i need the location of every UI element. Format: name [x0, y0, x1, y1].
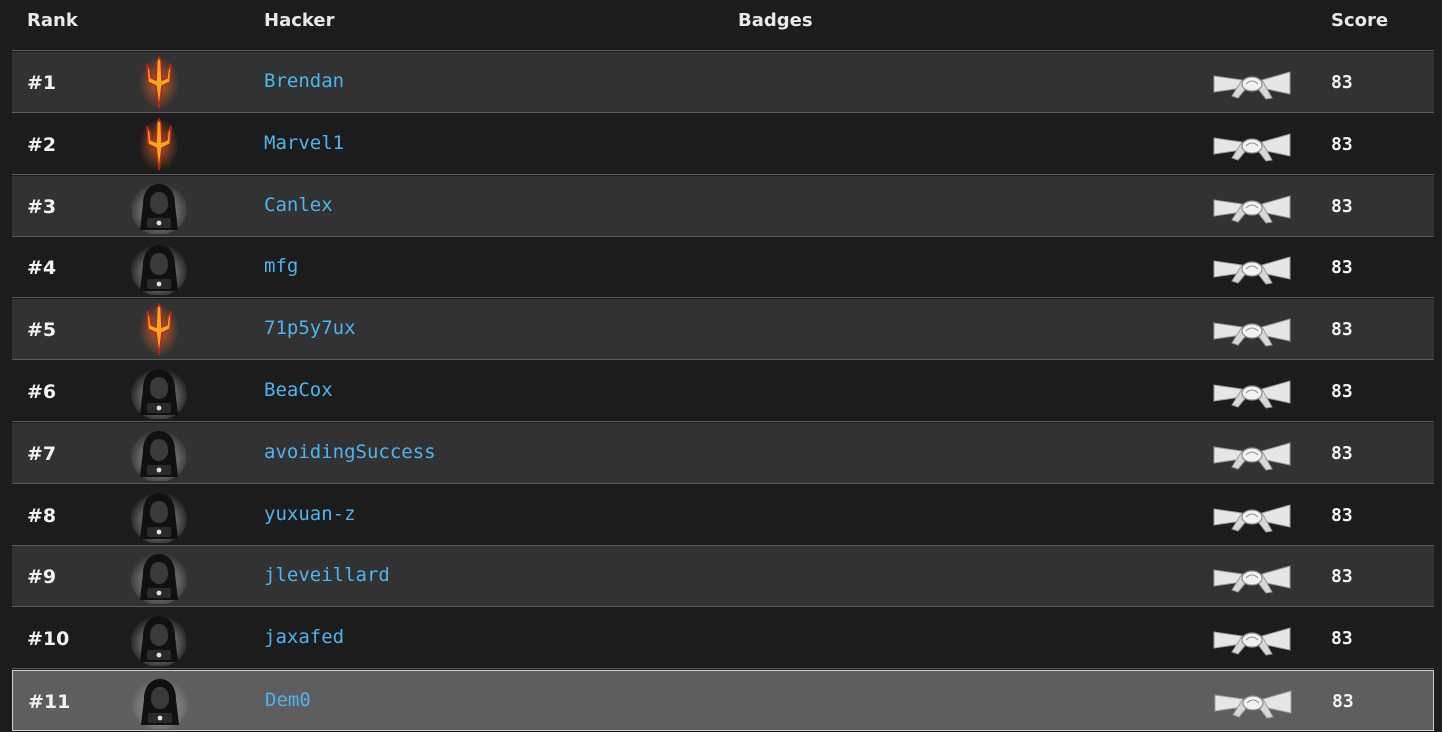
score-cell: 83 [1331, 381, 1353, 402]
rank-cell: #5 [27, 319, 57, 342]
white-belt-icon [1213, 685, 1293, 719]
rank-column-header[interactable]: Rank [27, 10, 78, 31]
rank-cell: #9 [27, 566, 57, 589]
hacker-name-link[interactable]: jleveillard [264, 564, 390, 586]
hacker-name-link[interactable]: jaxafed [264, 626, 344, 648]
score-cell: 83 [1331, 195, 1353, 217]
score-cell: 83 [1331, 504, 1353, 526]
hooded-hacker-icon [130, 365, 188, 420]
table-row: #5 71p5y7ux 83 [12, 299, 1434, 361]
hacker-name-link[interactable]: yuxuan-z [264, 503, 356, 525]
hooded-hacker-icon [130, 241, 188, 297]
table-row: #8 yuxuan-z 83 [12, 484, 1434, 546]
table-row: #1 Brendan 83 [12, 52, 1434, 113]
hacker-name-link[interactable]: mfg [264, 255, 298, 277]
score-cell: 83 [1332, 691, 1354, 712]
rank-cell: #11 [28, 691, 71, 713]
white-belt-icon [1212, 437, 1292, 471]
white-belt-icon [1212, 190, 1292, 224]
white-belt-icon [1212, 375, 1292, 409]
score-column-header[interactable]: Score [1331, 10, 1388, 31]
score-cell: 83 [1331, 628, 1353, 650]
white-belt-icon [1212, 499, 1292, 533]
rank-cell: #8 [27, 504, 57, 527]
hooded-hacker-icon [130, 612, 188, 668]
white-belt-icon [1212, 560, 1292, 594]
rank-cell: #10 [27, 628, 70, 651]
score-cell: 83 [1331, 133, 1353, 155]
hacker-name-link[interactable]: avoidingSuccess [264, 441, 436, 463]
score-cell: 83 [1331, 442, 1353, 464]
table-row: #6 BeaCox 83 [12, 361, 1434, 422]
hooded-hacker-icon [130, 489, 188, 544]
table-row: #10 jaxafed 83 [12, 608, 1434, 670]
rank-cell: #4 [27, 257, 57, 280]
pitchfork-icon [130, 302, 188, 357]
score-cell: 83 [1331, 72, 1353, 93]
rank-cell: #2 [27, 133, 57, 156]
pitchfork-icon [130, 55, 188, 110]
score-cell: 83 [1331, 319, 1353, 341]
white-belt-icon [1212, 251, 1292, 285]
white-belt-icon [1212, 66, 1292, 100]
white-belt-icon [1212, 313, 1292, 347]
pitchfork-icon [130, 117, 188, 172]
hacker-name-link[interactable]: Marvel1 [264, 132, 344, 154]
scoreboard-header: Rank Hacker Badges Score [12, 0, 1434, 51]
hooded-hacker-icon [130, 550, 188, 606]
scoreboard: Rank Hacker Badges Score #1 Brendan 83 #2… [0, 0, 1442, 732]
hooded-hacker-icon [130, 180, 188, 235]
hacker-name-link[interactable]: BeaCox [264, 379, 333, 401]
hacker-name-link[interactable]: 71p5y7ux [264, 317, 356, 339]
hacker-column-header[interactable]: Hacker [264, 10, 334, 31]
hacker-name-link[interactable]: Canlex [264, 194, 333, 216]
score-cell: 83 [1331, 566, 1353, 588]
white-belt-icon [1212, 622, 1292, 656]
hacker-name-link[interactable]: Dem0 [265, 689, 311, 711]
table-row: #3 Canlex 83 [12, 175, 1434, 237]
rank-cell: #3 [27, 195, 57, 218]
score-cell: 83 [1331, 257, 1353, 279]
table-row: #9 jleveillard 83 [12, 546, 1434, 608]
hooded-hacker-icon [130, 427, 188, 482]
table-row: #2 Marvel1 83 [12, 113, 1434, 175]
rank-cell: #6 [27, 381, 57, 403]
badges-column-header: Badges [738, 10, 813, 31]
rank-cell: #1 [27, 72, 57, 94]
hooded-hacker-icon [131, 675, 189, 730]
hacker-name-link[interactable]: Brendan [264, 70, 344, 92]
rank-cell: #7 [27, 442, 57, 465]
current-user-row: #11 Dem0 83 [12, 670, 1434, 731]
table-row: #4 mfg 83 [12, 237, 1434, 299]
table-row: #7 avoidingSuccess 83 [12, 422, 1434, 484]
white-belt-icon [1212, 128, 1292, 162]
